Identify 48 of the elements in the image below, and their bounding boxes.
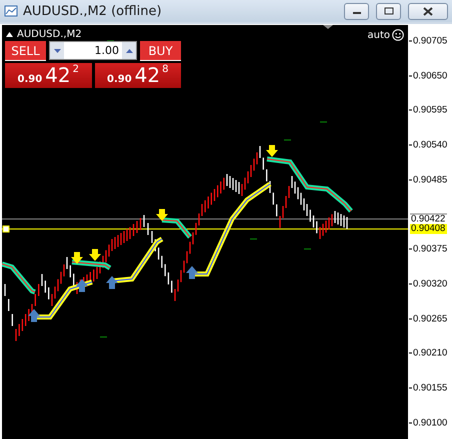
up-arrow-icon [106,276,118,289]
symbol-label: AUDUSD.,M2 [17,29,82,40]
price-label: 0.90595 [413,104,448,116]
smiley-icon [392,29,404,41]
price-label: 0.90100 [413,417,448,428]
down-arrow-icon [156,209,168,221]
up-triangle-icon [126,48,132,52]
price-label: 0.90320 [413,278,448,290]
auto-label: auto [367,30,390,40]
sell-button[interactable]: SELL [5,41,46,61]
increase-button[interactable] [122,42,136,59]
shift-marker-icon[interactable] [323,25,333,29]
down-arrow-icon [89,249,101,261]
price-label: 0.90375 [413,244,448,255]
level-dash [100,336,108,338]
close-icon [423,6,433,16]
price-label: 0.90485 [413,174,448,186]
up-arrow-icon [76,279,88,292]
level-dash [250,238,258,240]
collapse-triangle-icon[interactable] [6,32,13,37]
price-marker: 0.90422 [410,214,448,224]
down-triangle-icon [54,48,60,52]
trailing-support-line [112,236,164,284]
down-arrow-icon [266,145,278,157]
window-title: AUDUSD.,M2 (offline) [23,4,163,18]
price-label: 0.90540 [413,140,448,151]
trailing-stop-line [72,260,112,270]
maximize-button[interactable] [376,2,401,20]
minimize-button[interactable] [344,2,369,20]
up-arrow-icon [28,309,40,322]
price-label: 0.90650 [413,70,448,82]
bid-line-handle[interactable] [2,226,10,232]
maximize-icon [384,7,394,15]
price-marker: 0.90408 [410,224,448,234]
price-label: 0.90155 [413,382,448,394]
buy-button[interactable]: BUY [140,41,181,61]
up-arrow-icon [186,266,198,279]
price-label: 0.90265 [413,313,448,324]
lot-size-field[interactable]: 1.00 [49,41,137,60]
close-button[interactable] [408,2,448,20]
trailing-stop-line [2,262,36,294]
price-label: 0.90210 [413,348,448,359]
trailing-stop-line [162,218,192,239]
down-arrow-icon [71,252,83,264]
decrease-button[interactable] [50,42,64,59]
level-dash [304,248,312,250]
price-label: 0.90705 [413,36,448,46]
chart-window-icon [4,4,18,18]
